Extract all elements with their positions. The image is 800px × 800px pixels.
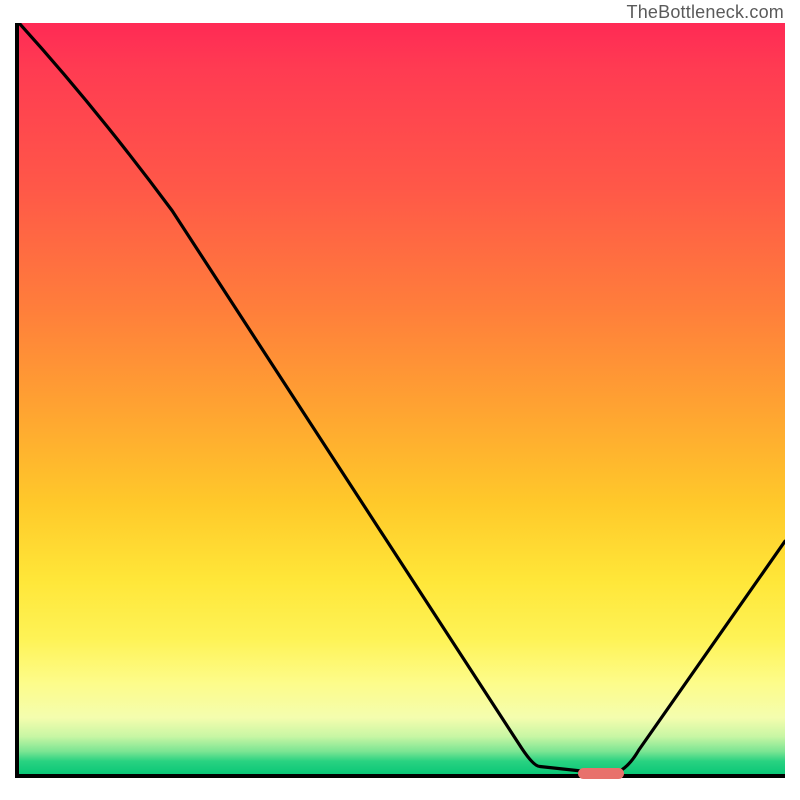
watermark-label: TheBottleneck.com [627, 2, 784, 23]
chart-stage: TheBottleneck.com [0, 0, 800, 800]
axes-frame [15, 23, 785, 778]
optimal-range-marker [578, 768, 624, 779]
